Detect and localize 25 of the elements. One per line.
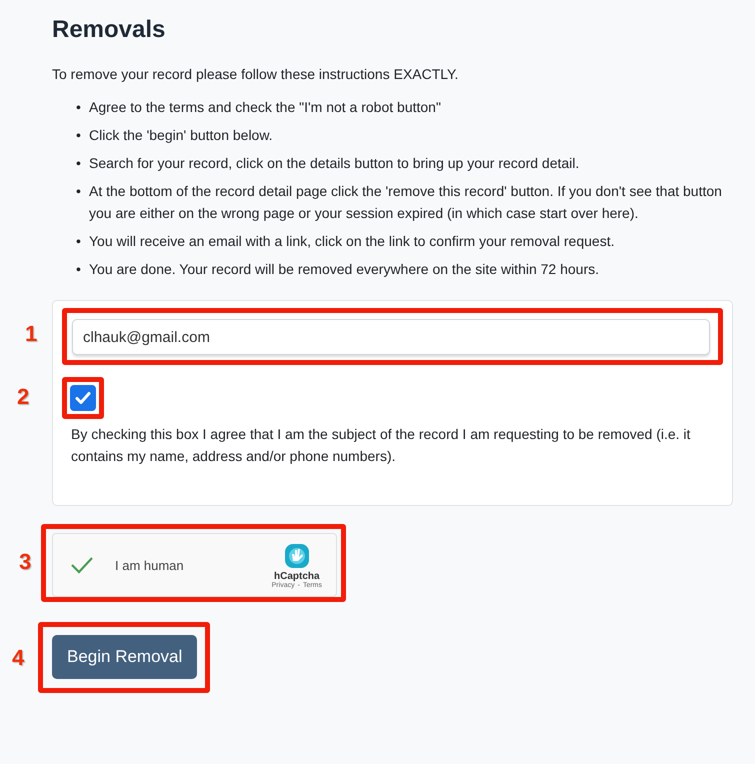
bullet-mark: • — [76, 154, 82, 173]
instruction-item: Click the 'begin' button below. — [89, 126, 273, 145]
captcha-brand: hCaptcha — [274, 571, 320, 582]
instruction-item: You will receive an email with a link, click on the link to confirm your removal request. — [89, 232, 614, 251]
check-icon — [74, 389, 92, 407]
annotation-number: 2 — [17, 384, 30, 410]
captcha-label: I am human — [115, 558, 185, 572]
page-title: Removals — [52, 16, 166, 44]
instruction-item: Search for your record, click on the details button to bring up your record detail. — [89, 154, 580, 173]
instruction-item: You are done. Your record will be removed everywhere on the site within 72 hours. — [89, 260, 600, 279]
annotation-number: 1 — [25, 321, 38, 347]
bullet-mark: • — [76, 182, 82, 201]
annotation-number: 3 — [19, 549, 32, 575]
bullet-mark: • — [76, 232, 82, 251]
instruction-item: At the bottom of the record detail page click the 'remove this record' button. If you don't see that button you are either on the wrong page or your session expired (in which case start over here). — [89, 182, 723, 223]
bullet-mark: • — [76, 98, 82, 117]
intro-text: To remove your record please follow these instructions EXACTLY. — [52, 66, 460, 82]
email-field[interactable]: clhauk@gmail.com — [72, 319, 710, 355]
consent-text: By checking this box I agree that I am the subject of the record I am requesting to be removed (i.e. it contains my name, address and/or phone numbers). — [71, 425, 692, 466]
annotation-number: 4 — [12, 645, 24, 671]
bullet-mark: • — [76, 126, 82, 145]
bullet-mark: • — [76, 260, 82, 279]
begin-removal-button[interactable]: Begin Removal — [52, 635, 198, 679]
agree-checkbox[interactable] — [70, 385, 96, 411]
instruction-item: Agree to the terms and check the "I'm not a robot button" — [89, 98, 441, 117]
